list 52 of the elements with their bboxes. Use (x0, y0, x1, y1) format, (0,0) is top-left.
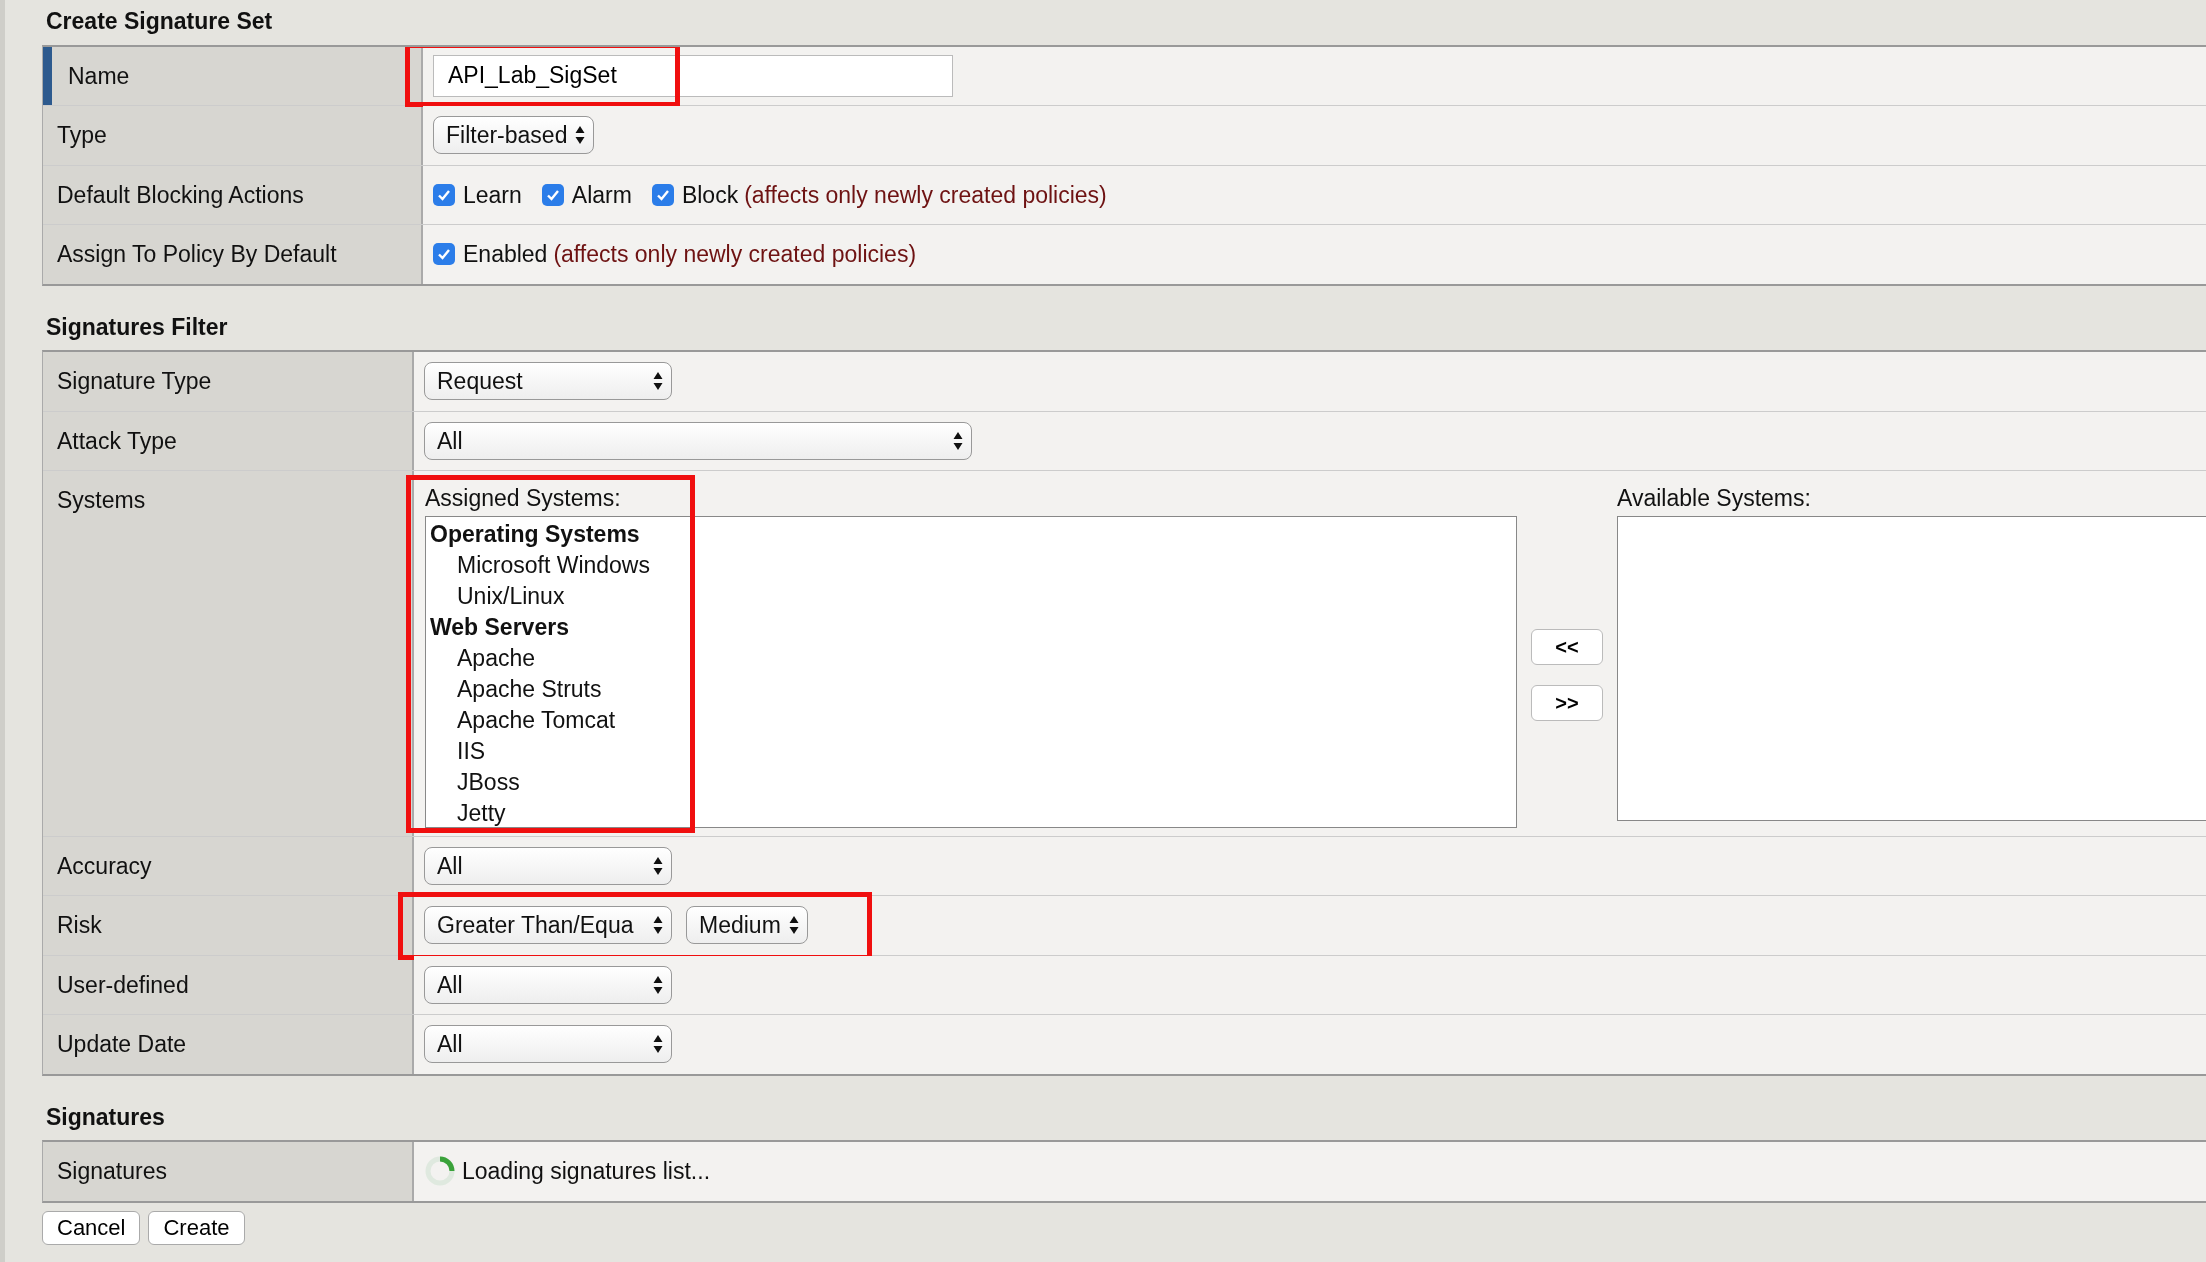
list-label: Available Systems: (1617, 484, 1812, 513)
dropdown-select[interactable]: Filter-based (433, 116, 595, 155)
checkbox[interactable] (651, 183, 674, 206)
list-label: Assigned Systems: (425, 484, 622, 513)
dropdown-select[interactable]: Greater Than/Equa (424, 906, 672, 945)
section-title: Signatures Filter (46, 312, 229, 342)
list-group-heading: Operating Systems (430, 519, 641, 549)
section-title: Signatures (46, 1102, 166, 1132)
checkbox-label: Alarm (571, 180, 632, 210)
loading-text: Loading signatures list... (462, 1157, 711, 1186)
row-label: Default Blocking Actions (43, 165, 423, 224)
row-label: User-defined (43, 955, 414, 1014)
list-group-heading: Web Servers (430, 612, 570, 642)
list-option[interactable]: IIS (430, 735, 1512, 767)
list-option[interactable]: Apache Struts (430, 673, 1512, 705)
note-text: (affects only newly created policies) (744, 180, 1107, 210)
dropdown-select[interactable]: Medium (686, 906, 808, 945)
checkbox-label: Learn (463, 180, 522, 210)
row-label: Name (43, 46, 423, 105)
name-input-field[interactable]: API_Lab_SigSet (433, 54, 953, 97)
row-label: Accuracy (43, 836, 414, 895)
row-label: Attack Type (43, 411, 414, 470)
row-label: Systems (43, 471, 414, 836)
list-option[interactable]: JBoss (430, 766, 1512, 798)
list-option[interactable]: Jetty (430, 797, 1512, 829)
create-button[interactable]: Create (148, 1210, 245, 1245)
checkbox[interactable] (541, 183, 564, 206)
loading-spinner-icon (424, 1155, 456, 1188)
cancel-button[interactable]: Cancel (42, 1210, 141, 1245)
note-text: (affects only newly created policies) (553, 240, 917, 269)
row-label: Risk (43, 896, 414, 955)
dropdown-select[interactable]: All (424, 421, 972, 460)
row-label: Type (43, 106, 423, 165)
row-label: Assign To Policy By Default (43, 225, 423, 284)
move-button[interactable]: << (1531, 629, 1603, 665)
checkbox[interactable] (433, 183, 455, 206)
checkbox-label: Block (681, 180, 739, 210)
list-option[interactable]: Microsoft Windows (430, 549, 1512, 581)
dropdown-select[interactable]: All (424, 846, 672, 885)
dropdown-select[interactable]: Request (424, 362, 672, 401)
list-option[interactable]: Apache Tomcat (430, 704, 1512, 736)
checkbox[interactable] (433, 243, 455, 266)
row-label: Signatures (43, 1142, 414, 1201)
move-button[interactable]: >> (1531, 685, 1603, 721)
row-label: Update Date (43, 1015, 414, 1074)
list-option[interactable]: Apache (430, 642, 1512, 674)
dropdown-select[interactable]: All (424, 1025, 672, 1064)
row-label: Signature Type (43, 352, 414, 411)
dropdown-select[interactable]: All (424, 965, 672, 1004)
section-title: Create Signature Set (46, 7, 274, 36)
list-option[interactable]: Unix/Linux (430, 580, 1512, 612)
checkbox-label: Enabled (463, 240, 548, 269)
